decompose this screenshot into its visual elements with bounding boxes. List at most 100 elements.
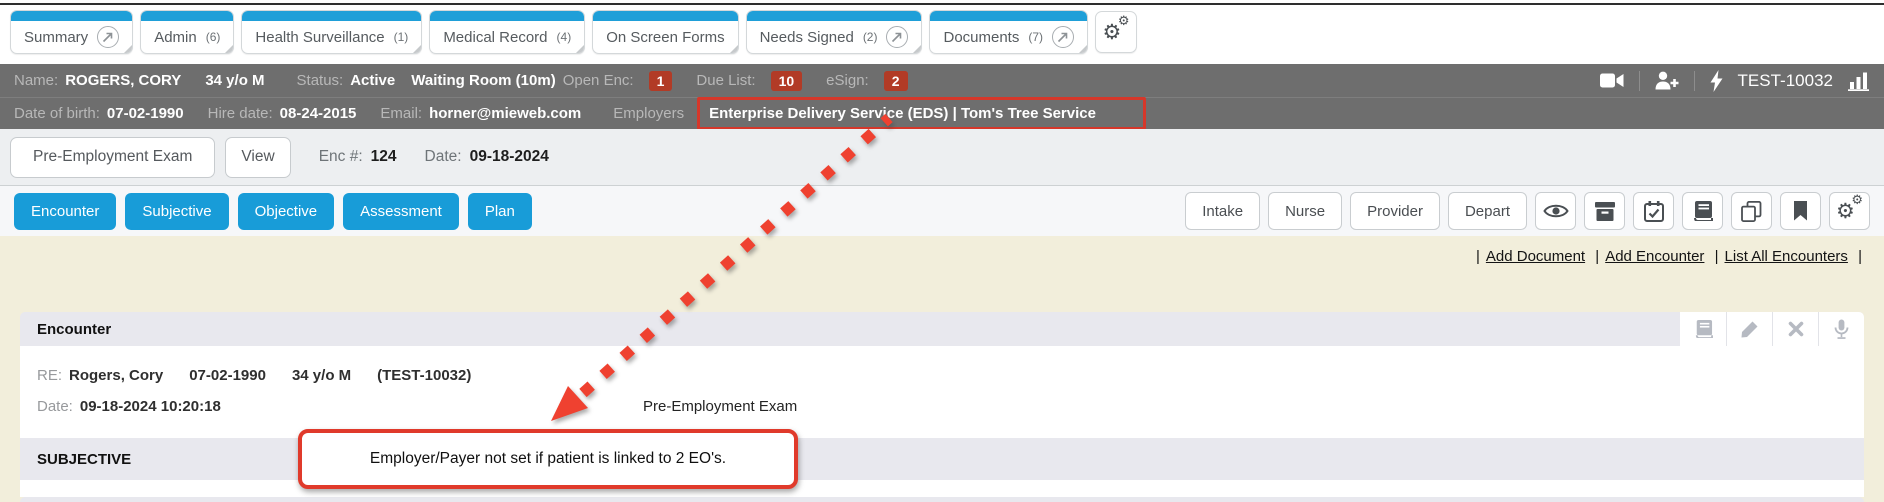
- tab-documents[interactable]: Documents (7): [929, 10, 1088, 54]
- tab-fold-corner: [730, 45, 738, 53]
- calendar-check-icon[interactable]: [1633, 192, 1674, 230]
- close-x-icon[interactable]: [1772, 312, 1818, 346]
- esign-badge[interactable]: 2: [884, 71, 908, 91]
- depart-button[interactable]: Depart: [1448, 192, 1527, 230]
- date-line: Date: 09-18-2024 10:20:18 Pre-Employment…: [37, 396, 1847, 416]
- encounter-meta: Enc #: 124 Date: 09-18-2024: [319, 148, 549, 166]
- section-nav-row: Encounter Subjective Objective Assessmen…: [0, 186, 1884, 236]
- re-patient-name: Rogers, Cory: [69, 367, 163, 384]
- tab-on-screen-forms[interactable]: On Screen Forms: [592, 10, 738, 54]
- employers-label: Employers: [613, 105, 684, 122]
- email-value: horner@mieweb.com: [429, 105, 581, 122]
- gears-icon: ⚙⚙: [1103, 20, 1130, 45]
- nav-assessment-button[interactable]: Assessment: [343, 193, 459, 230]
- tab-count: (1): [394, 30, 409, 44]
- tab-needs-signed[interactable]: Needs Signed (2): [746, 10, 923, 54]
- gears-icon: ⚙⚙: [1836, 199, 1863, 224]
- patient-id: TEST-10032: [1738, 71, 1833, 91]
- encounter-card-title: Encounter: [37, 321, 111, 338]
- nurse-button[interactable]: Nurse: [1268, 192, 1342, 230]
- tab-accent-bar: [747, 11, 922, 21]
- divider: [1694, 71, 1695, 91]
- tab-medical-record[interactable]: Medical Record (4): [429, 10, 585, 54]
- hire-date-label: Hire date:: [208, 105, 273, 122]
- encounter-links: |Add Document |Add Encounter |List All E…: [1470, 248, 1868, 265]
- nav-encounter-button[interactable]: Encounter: [14, 193, 116, 230]
- encounter-selector-row: Pre-Employment Exam View Enc #: 124 Date…: [0, 129, 1884, 186]
- pencil-icon[interactable]: [1726, 312, 1772, 346]
- tab-fold-corner: [913, 45, 921, 53]
- due-list-label: Due List:: [696, 72, 755, 89]
- popout-icon[interactable]: [1052, 26, 1074, 48]
- list-all-encounters-link[interactable]: List All Encounters: [1725, 248, 1848, 265]
- tab-health-surveillance[interactable]: Health Surveillance (1): [241, 10, 422, 54]
- waiting-room-status: Waiting Room (10m): [411, 72, 555, 89]
- separator: |: [1715, 248, 1719, 265]
- tab-admin[interactable]: Admin (6): [140, 10, 234, 54]
- webchart-app-screen: Summary Admin (6) Health Surveillance (1…: [0, 0, 1884, 502]
- exam-type-tab-button[interactable]: Pre-Employment Exam: [10, 137, 215, 178]
- email-label: Email:: [380, 105, 422, 122]
- archive-box-icon[interactable]: [1584, 192, 1625, 230]
- subjective-section-header: SUBJECTIVE: [20, 438, 1864, 480]
- lightning-bolt-icon[interactable]: [1710, 70, 1723, 92]
- encounter-date-label: Date:: [37, 398, 73, 415]
- intake-button[interactable]: Intake: [1185, 192, 1260, 230]
- status-value: Active: [350, 72, 395, 89]
- re-line: RE: Rogers, Cory 07-02-1990 34 y/o M (TE…: [37, 365, 1847, 385]
- re-age-sex: 34 y/o M: [292, 367, 351, 384]
- eye-icon[interactable]: [1535, 192, 1576, 230]
- bar-chart-icon[interactable]: [1848, 71, 1870, 91]
- esign-label: eSign:: [826, 72, 869, 89]
- enc-date-label: Date:: [425, 148, 462, 166]
- patient-header-bar: Name: ROGERS, CORY 34 y/o M Status: Acti…: [0, 64, 1884, 129]
- encounter-card: Encounter RE: Rogers, Cory 07-02-1990 34…: [20, 312, 1864, 502]
- tab-fold-corner: [225, 45, 233, 53]
- user-plus-icon[interactable]: [1655, 71, 1679, 90]
- add-encounter-link[interactable]: Add Encounter: [1605, 248, 1704, 265]
- name-label: Name:: [14, 72, 58, 89]
- tab-accent-bar: [430, 11, 584, 21]
- card-body-spacer: [20, 480, 1864, 497]
- video-camera-icon[interactable]: [1600, 72, 1624, 89]
- encounter-header-toolbar: [1680, 312, 1864, 346]
- add-document-link[interactable]: Add Document: [1486, 248, 1585, 265]
- annotation-callout-text: Employer/Payer not set if patient is lin…: [370, 450, 726, 468]
- book-icon[interactable]: [1682, 192, 1723, 230]
- tab-accent-bar: [242, 11, 421, 21]
- tab-label: On Screen Forms: [606, 29, 724, 46]
- workflow-toolbar: Intake Nurse Provider Depart ⚙⚙: [1185, 192, 1870, 230]
- tab-label: Health Surveillance: [255, 29, 384, 46]
- book-icon[interactable]: [1680, 312, 1726, 346]
- tab-accent-bar: [930, 11, 1087, 21]
- subjective-title: SUBJECTIVE: [37, 451, 131, 468]
- separator: |: [1476, 248, 1480, 265]
- encounter-exam-type: Pre-Employment Exam: [643, 398, 797, 415]
- view-button[interactable]: View: [225, 137, 290, 178]
- patient-bar-row2: Date of birth: 07-02-1990 Hire date: 08-…: [0, 97, 1884, 129]
- enc-date-value: 09-18-2024: [470, 148, 549, 166]
- nav-objective-button[interactable]: Objective: [238, 193, 335, 230]
- tab-summary[interactable]: Summary: [10, 10, 133, 54]
- popout-icon[interactable]: [886, 26, 908, 48]
- bookmark-icon[interactable]: [1780, 192, 1821, 230]
- due-list-badge[interactable]: 10: [771, 71, 803, 91]
- nav-plan-button[interactable]: Plan: [468, 193, 532, 230]
- re-patient-id: (TEST-10032): [377, 367, 471, 384]
- copy-pages-icon[interactable]: [1731, 192, 1772, 230]
- tab-settings-button[interactable]: ⚙⚙: [1095, 11, 1137, 53]
- open-enc-label: Open Enc:: [563, 72, 634, 89]
- open-enc-badge[interactable]: 1: [649, 71, 673, 91]
- popout-icon[interactable]: [97, 26, 119, 48]
- tab-fold-corner: [413, 45, 421, 53]
- provider-button[interactable]: Provider: [1350, 192, 1440, 230]
- encounter-card-body: RE: Rogers, Cory 07-02-1990 34 y/o M (TE…: [20, 346, 1864, 438]
- employers-value[interactable]: Enterprise Delivery Service (EDS) | Tom'…: [699, 105, 1106, 122]
- settings-gears-icon[interactable]: ⚙⚙: [1829, 192, 1870, 230]
- tab-accent-bar: [11, 11, 132, 21]
- microphone-icon[interactable]: [1818, 312, 1864, 346]
- tab-fold-corner: [1079, 45, 1087, 53]
- nav-subjective-button[interactable]: Subjective: [125, 193, 228, 230]
- top-divider: [0, 3, 1884, 5]
- hire-date-value: 08-24-2015: [280, 105, 357, 122]
